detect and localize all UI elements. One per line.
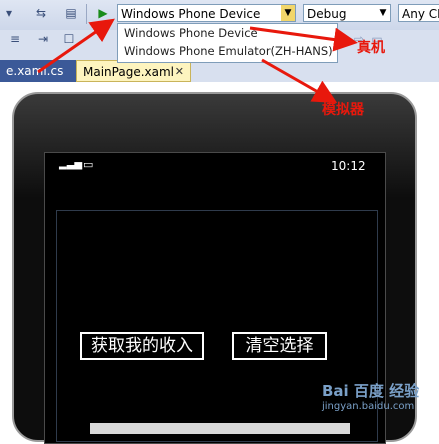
- annotation-real-device: 真机: [357, 40, 385, 56]
- annotation-emulator: 模拟器: [322, 102, 364, 118]
- watermark-logo: Bai 百度 经验: [322, 382, 420, 400]
- annotation-arrows: [37, 18, 358, 103]
- arrow-to-real-device: [249, 26, 358, 52]
- arrow-to-device-select: [37, 18, 115, 74]
- arrow-to-emulator: [261, 58, 338, 103]
- watermark-url: jingyan.baidu.com: [322, 401, 415, 412]
